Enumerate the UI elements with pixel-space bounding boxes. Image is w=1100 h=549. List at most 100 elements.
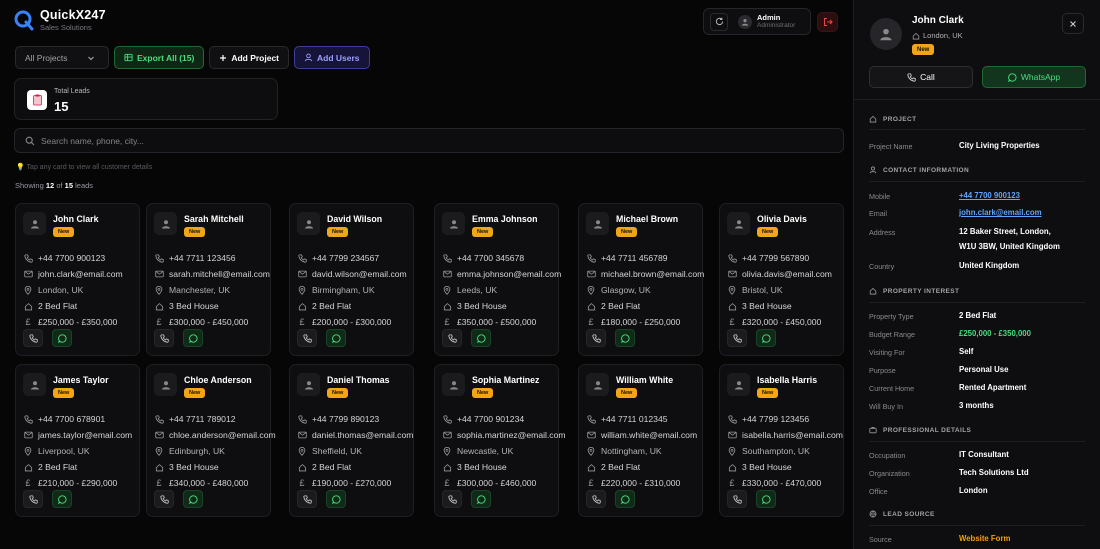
lead-card[interactable]: William White New +44 7711 012345 william.w… — [578, 364, 703, 517]
lead-card[interactable]: Olivia Davis New +44 7799 567890 olivia.dav… — [719, 203, 844, 356]
whatsapp-button[interactable] — [756, 490, 776, 508]
whatsapp-button[interactable] — [52, 329, 72, 347]
lead-email-text: emma.johnson@email.com — [457, 269, 562, 279]
call-button[interactable] — [727, 329, 747, 347]
mail-icon — [727, 431, 737, 439]
avatar — [23, 212, 46, 235]
whatsapp-icon — [761, 494, 770, 504]
lead-card[interactable]: Sarah Mitchell New +44 7711 123456 sarah.mi… — [146, 203, 271, 356]
status-badge: New — [472, 388, 494, 398]
lead-card[interactable]: Michael Brown New +44 7711 456789 michael.b… — [578, 203, 704, 356]
lead-card[interactable]: David Wilson New +44 7799 234567 david.wils… — [289, 203, 414, 356]
status-badge: New — [616, 227, 638, 237]
add-users-label: Add Users — [317, 52, 360, 63]
call-button[interactable] — [297, 490, 317, 508]
call-button[interactable] — [442, 490, 462, 508]
detail-call-button[interactable]: Call — [869, 66, 973, 88]
whatsapp-button[interactable] — [183, 490, 203, 508]
mail-icon — [154, 431, 164, 439]
whatsapp-button[interactable] — [326, 490, 346, 508]
lead-budget: £ £210,000 - £290,000 — [23, 478, 117, 488]
lead-phone: +44 7799 890123 — [297, 414, 379, 424]
email-link[interactable]: john.clark@email.com — [959, 205, 1042, 220]
lead-budget: £ £330,000 - £470,000 — [727, 478, 821, 488]
admin-role: Administrator — [757, 22, 796, 29]
whatsapp-button[interactable] — [615, 490, 635, 508]
add-project-button[interactable]: Add Project — [209, 46, 290, 69]
whatsapp-button[interactable] — [183, 329, 203, 347]
lead-phone-text: +44 7700 345678 — [457, 253, 525, 263]
logout-button[interactable] — [817, 12, 838, 32]
home-icon — [869, 287, 877, 295]
lead-budget-text: £250,000 - £350,000 — [38, 317, 118, 327]
showing-prefix: Showing — [15, 181, 44, 190]
whatsapp-button[interactable] — [326, 329, 346, 347]
close-panel-button[interactable] — [1062, 13, 1084, 34]
showing-suffix: leads — [75, 181, 94, 190]
lead-budget-text: £200,000 - £300,000 — [312, 317, 392, 327]
call-button[interactable] — [154, 490, 174, 508]
whatsapp-icon — [476, 494, 485, 504]
call-button[interactable] — [586, 490, 606, 508]
lead-card[interactable]: Emma Johnson New +44 7700 345678 emma.johns… — [434, 203, 562, 356]
avatar — [297, 212, 320, 235]
field-label: Office — [869, 487, 888, 496]
search-input[interactable] — [41, 135, 741, 146]
whatsapp-button[interactable] — [471, 329, 491, 347]
avatar — [154, 373, 177, 396]
lead-phone-text: +44 7700 901234 — [457, 414, 525, 424]
home-icon — [869, 115, 877, 123]
add-users-button[interactable]: Add Users — [294, 46, 370, 69]
lead-email-text: olivia.davis@email.com — [742, 269, 832, 279]
user-icon — [30, 380, 39, 389]
detail-whatsapp-button[interactable]: WhatsApp — [982, 66, 1086, 88]
avatar — [727, 373, 750, 396]
lead-location-text: London, UK — [38, 285, 84, 295]
lead-card[interactable]: Sophia Martinez New +44 7700 901234 sophia.… — [434, 364, 566, 517]
home-icon — [727, 302, 737, 311]
mobile-link[interactable]: +44 7700 900123 — [959, 188, 1020, 203]
detail-location-text: London, UK — [923, 31, 963, 40]
export-all-button[interactable]: Export All (15) — [114, 46, 205, 69]
lead-location: Manchester, UK — [154, 285, 230, 295]
lead-location: Leeds, UK — [442, 285, 497, 295]
phone-icon — [447, 333, 457, 343]
whatsapp-button[interactable] — [756, 329, 776, 347]
address-line2: W1U 3BW, United Kingdom — [959, 242, 1060, 251]
lead-email-text: william.white@email.com — [601, 430, 698, 440]
call-button[interactable] — [727, 490, 747, 508]
call-button[interactable] — [297, 329, 317, 347]
lead-email-text: sarah.mitchell@email.com — [169, 269, 270, 279]
purpose-value: Personal Use — [959, 365, 1009, 374]
lead-name: William White — [616, 375, 674, 385]
mail-icon — [23, 270, 33, 278]
call-button[interactable] — [23, 329, 43, 347]
pound-icon: £ — [156, 478, 162, 488]
status-badge: New — [757, 227, 779, 237]
admin-avatar — [738, 14, 752, 29]
refresh-button[interactable] — [710, 12, 728, 31]
call-button[interactable] — [154, 329, 174, 347]
call-button[interactable] — [586, 329, 606, 347]
lead-email-text: sophia.martinez@email.com — [457, 430, 566, 440]
lead-budget-text: £320,000 - £450,000 — [742, 317, 822, 327]
whatsapp-button[interactable] — [615, 329, 635, 347]
project-select[interactable]: All Projects — [15, 46, 109, 69]
pin-icon — [154, 446, 164, 456]
call-button[interactable] — [442, 329, 462, 347]
lead-phone: +44 7799 123456 — [727, 414, 809, 424]
lead-card[interactable]: Chloe Anderson New +44 7711 789012 chloe.an… — [146, 364, 276, 517]
user-icon — [880, 28, 892, 41]
lead-card[interactable]: Daniel Thomas New +44 7799 890123 daniel.th… — [289, 364, 414, 517]
lead-card[interactable]: John Clark New +44 7700 900123 john.clark@e… — [15, 203, 140, 356]
divider — [869, 129, 1085, 130]
call-button[interactable] — [23, 490, 43, 508]
lead-phone: +44 7711 123456 — [154, 253, 236, 263]
lead-location-text: Newcastle, UK — [457, 446, 514, 456]
lead-location-text: Southampton, UK — [742, 446, 810, 456]
lead-card[interactable]: Isabella Harris New +44 7799 123456 isabell… — [719, 364, 844, 517]
lead-location-text: Liverpool, UK — [38, 446, 90, 456]
whatsapp-button[interactable] — [471, 490, 491, 508]
lead-card[interactable]: James Taylor New +44 7700 678901 james.tayl… — [15, 364, 140, 517]
whatsapp-button[interactable] — [52, 490, 72, 508]
